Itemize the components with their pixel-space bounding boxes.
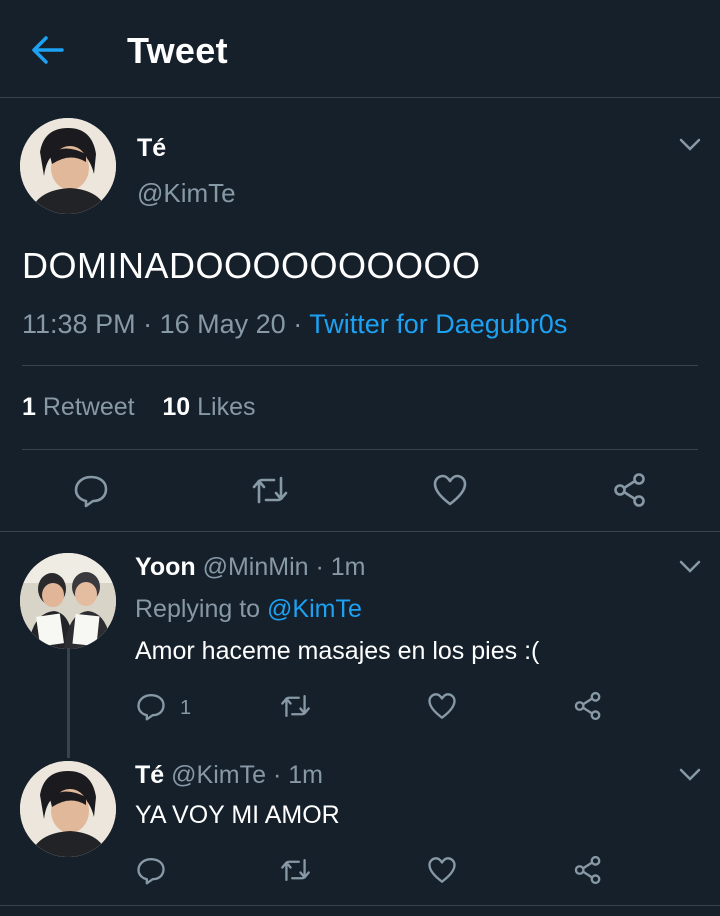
avatar[interactable] [20, 761, 116, 857]
like-button[interactable] [427, 855, 457, 890]
section-divider [0, 531, 720, 532]
replying-to-prefix: Replying to [135, 595, 261, 623]
reply-button[interactable] [73, 472, 109, 513]
reply-button[interactable]: 1 [136, 691, 191, 726]
share-icon [573, 691, 603, 726]
avatar[interactable] [20, 118, 116, 214]
display-name[interactable]: Té [135, 761, 164, 789]
tweet-meta: 11:38 PM · 16 May 20 · Twitter for Daegu… [22, 309, 567, 340]
retweet-icon [279, 691, 312, 726]
reply-count: 1 [180, 697, 192, 719]
reply-time: 1m [330, 553, 366, 581]
chevron-down-icon[interactable] [679, 560, 701, 574]
replying-to: Replying to @KimTe [135, 595, 362, 624]
meta-separator: · [272, 761, 282, 789]
tweet-date: 16 May 20 [159, 309, 286, 339]
like-icon [427, 691, 457, 726]
replying-to-link[interactable]: @KimTe [267, 595, 362, 623]
like-count: 10 [162, 393, 191, 421]
thread-connector [67, 648, 70, 758]
retweet-button[interactable] [279, 855, 312, 890]
retweet-label: Retweet [42, 393, 135, 421]
chevron-down-icon[interactable] [679, 138, 701, 152]
reply-icon [136, 691, 166, 726]
meta-separator: · [293, 309, 303, 339]
retweet-button[interactable] [279, 691, 312, 726]
like-button[interactable] [427, 691, 457, 726]
handle[interactable]: @KimTe [137, 178, 236, 209]
reply-text: Amor haceme masajes en los pies :( [135, 637, 540, 665]
tweet-stats: 1 Retweet 10 Likes [22, 393, 256, 422]
meta-separator: · [143, 309, 153, 339]
likes-link[interactable]: 10 Likes [162, 393, 255, 421]
retweet-button[interactable] [250, 472, 290, 513]
like-icon [432, 472, 468, 513]
section-divider [0, 905, 720, 906]
reply-text: YA VOY MI AMOR [135, 801, 340, 829]
retweet-icon [279, 855, 312, 890]
share-button[interactable] [612, 472, 648, 513]
share-button[interactable] [573, 691, 603, 726]
like-label: Likes [197, 393, 256, 421]
handle[interactable]: @MinMin [203, 553, 309, 581]
divider [22, 449, 698, 450]
reply-header: Yoon @MinMin · 1m [135, 553, 366, 582]
share-icon [612, 472, 648, 513]
top-app-bar: Tweet [0, 0, 720, 98]
handle[interactable]: @KimTe [171, 761, 266, 789]
divider [22, 365, 698, 366]
reply-header: Té @KimTe · 1m [135, 761, 323, 790]
reply-button[interactable] [136, 855, 166, 890]
like-icon [427, 855, 457, 890]
page-title: Tweet [127, 30, 228, 71]
back-arrow-icon[interactable] [30, 34, 66, 66]
retweet-icon [250, 472, 290, 513]
reply-icon [73, 472, 109, 513]
retweets-link[interactable]: 1 Retweet [22, 393, 135, 421]
display-name[interactable]: Yoon [135, 553, 196, 581]
share-icon [573, 855, 603, 890]
like-button[interactable] [432, 472, 468, 513]
display-name[interactable]: Té [137, 134, 166, 163]
reply-time: 1m [288, 761, 323, 789]
share-button[interactable] [573, 855, 603, 890]
chevron-down-icon[interactable] [679, 768, 701, 782]
avatar[interactable] [20, 553, 116, 649]
tweet-source-link[interactable]: Twitter for Daegubr0s [309, 309, 567, 339]
meta-separator: · [315, 553, 324, 581]
tweet-text: DOMINADOOOOOOOOOO [22, 245, 481, 286]
reply-icon [136, 855, 166, 890]
tweet-time: 11:38 PM [22, 309, 136, 339]
retweet-count: 1 [22, 393, 36, 421]
